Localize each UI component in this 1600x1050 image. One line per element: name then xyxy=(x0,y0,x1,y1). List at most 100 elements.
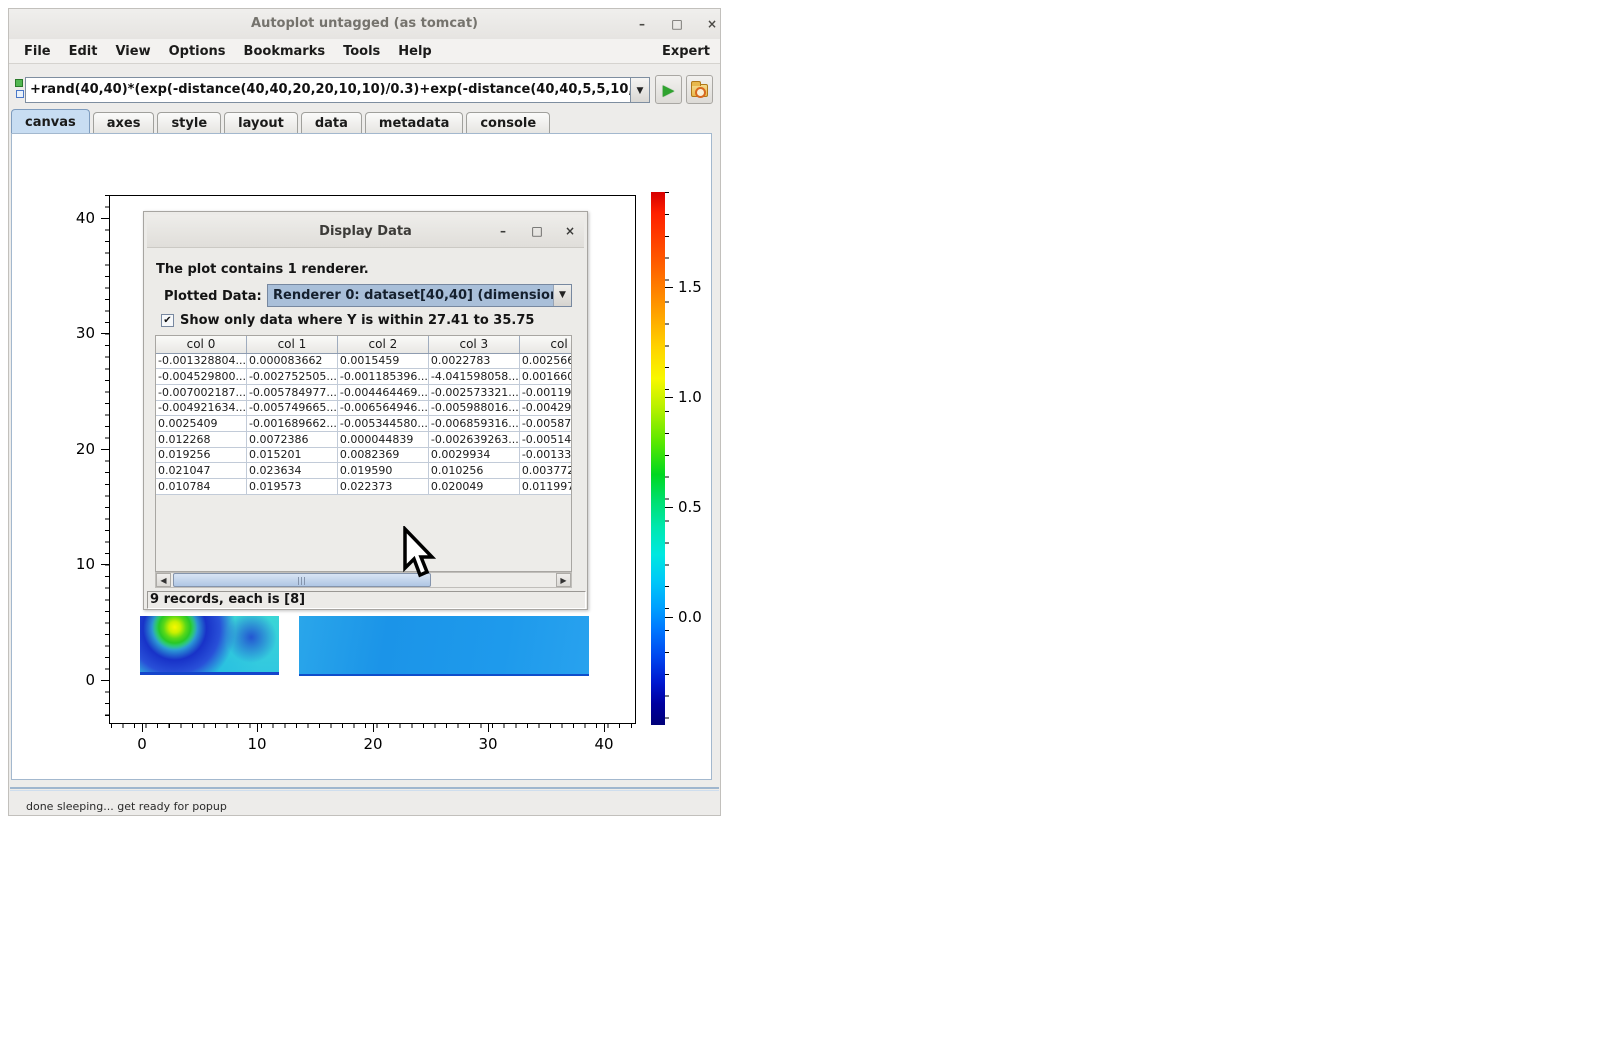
table-cell[interactable]: -0.001199077... xyxy=(519,384,572,400)
table-cell[interactable]: 0.019256 xyxy=(156,447,246,463)
menu-tools[interactable]: Tools xyxy=(334,44,389,59)
menu-bookmarks[interactable]: Bookmarks xyxy=(235,44,335,59)
tab-data[interactable]: data xyxy=(301,112,362,133)
table-cell[interactable]: -0.006859316... xyxy=(428,416,519,432)
menu-view[interactable]: View xyxy=(106,44,159,59)
dialog-minimize-icon[interactable]: – xyxy=(495,223,511,239)
column-header[interactable]: col 3 xyxy=(428,336,519,353)
tab-canvas[interactable]: canvas xyxy=(11,109,90,133)
table-cell[interactable]: 0.0025660 xyxy=(519,353,572,369)
table-cell[interactable]: -0.002639263... xyxy=(428,431,519,447)
table-row[interactable]: -0.001328804...0.0000836620.00154590.002… xyxy=(156,353,572,369)
menu-help[interactable]: Help xyxy=(389,44,440,59)
chevron-down-icon[interactable]: ▼ xyxy=(553,285,571,306)
menu-options[interactable]: Options xyxy=(160,44,235,59)
table-row[interactable]: -0.004529800...-0.002752505...-0.0011853… xyxy=(156,369,572,385)
filter-checkbox[interactable]: ✔ xyxy=(161,314,174,327)
plotted-data-combo[interactable]: Renderer 0: dataset[40,40] (dimension...… xyxy=(267,284,572,307)
close-icon[interactable]: × xyxy=(704,16,720,32)
uri-input[interactable]: +rand(40,40)*(exp(-distance(40,40,20,20,… xyxy=(25,77,631,103)
tab-layout[interactable]: layout xyxy=(224,112,298,133)
scrollbar-thumb[interactable] xyxy=(173,573,431,587)
table-row[interactable]: -0.004921634...-0.005749665...-0.0065649… xyxy=(156,400,572,416)
horizontal-scrollbar[interactable]: ◀ ▶ xyxy=(155,572,572,588)
uri-dropdown-button[interactable]: ▼ xyxy=(631,77,650,103)
dialog-maximize-icon[interactable]: □ xyxy=(529,223,545,239)
tab-metadata[interactable]: metadata xyxy=(365,112,463,133)
table-cell[interactable]: 0.0082369 xyxy=(337,447,428,463)
table-cell[interactable]: -0.001328804... xyxy=(156,353,246,369)
table-cell[interactable]: 0.0037721 xyxy=(519,463,572,479)
menu-edit[interactable]: Edit xyxy=(60,44,107,59)
heatmap-segment-right[interactable] xyxy=(299,616,589,676)
table-cell[interactable]: -0.001333864... xyxy=(519,447,572,463)
maximize-icon[interactable]: □ xyxy=(669,16,685,32)
expert-menu[interactable]: Expert xyxy=(662,44,710,59)
column-header[interactable]: col 2 xyxy=(337,336,428,353)
table-cell[interactable]: -0.002752505... xyxy=(246,369,337,385)
table-cell[interactable]: -0.001185396... xyxy=(337,369,428,385)
table-cell[interactable]: -0.005146240... xyxy=(519,431,572,447)
table-cell[interactable]: -0.005749665... xyxy=(246,400,337,416)
table-cell[interactable]: 0.015201 xyxy=(246,447,337,463)
table-cell[interactable]: 0.0025409 xyxy=(156,416,246,432)
table-cell[interactable]: 0.023634 xyxy=(246,463,337,479)
table-cell[interactable]: 0.0016608 xyxy=(519,369,572,385)
table-cell[interactable]: 0.0072386 xyxy=(246,431,337,447)
table-cell[interactable]: 0.011997 xyxy=(519,479,572,495)
datasource-select-icon[interactable] xyxy=(15,79,25,101)
table-cell[interactable]: -0.004921634... xyxy=(156,400,246,416)
heatmap-segment-left[interactable] xyxy=(140,616,279,675)
table-cell[interactable]: -0.001689662... xyxy=(246,416,337,432)
table-cell[interactable]: 0.022373 xyxy=(337,479,428,495)
table-cell[interactable]: -0.006564946... xyxy=(337,400,428,416)
table-cell[interactable]: 0.019573 xyxy=(246,479,337,495)
table-cell[interactable]: 0.0015459 xyxy=(337,353,428,369)
table-cell[interactable]: 0.0029934 xyxy=(428,447,519,463)
table-row[interactable]: 0.0122680.00723860.000044839-0.002639263… xyxy=(156,431,572,447)
scroll-left-icon[interactable]: ◀ xyxy=(156,573,171,587)
table-row[interactable]: 0.0025409-0.001689662...-0.005344580...-… xyxy=(156,416,572,432)
table-row[interactable]: -0.007002187...-0.005784977...-0.0044644… xyxy=(156,384,572,400)
column-header[interactable]: col 4 xyxy=(519,336,572,353)
title-bar[interactable]: Autoplot untagged (as tomcat) – □ × xyxy=(9,9,720,39)
dialog-title-bar[interactable]: Display Data – □ × xyxy=(147,215,584,248)
tab-console[interactable]: console xyxy=(466,112,550,133)
table-cell[interactable]: 0.012268 xyxy=(156,431,246,447)
table-cell[interactable]: 0.021047 xyxy=(156,463,246,479)
table-row[interactable]: 0.0210470.0236340.0195900.0102560.003772… xyxy=(156,463,572,479)
table-cell[interactable]: -0.005988016... xyxy=(428,400,519,416)
colorbar[interactable] xyxy=(651,192,665,725)
data-table-body: -0.001328804...0.0000836620.00154590.002… xyxy=(156,353,572,494)
table-cell[interactable]: -0.004464469... xyxy=(337,384,428,400)
table-row[interactable]: 0.0107840.0195730.0223730.0200490.011997… xyxy=(156,479,572,495)
data-table[interactable]: col 0col 1col 2col 3col 4 -0.001328804..… xyxy=(155,335,572,572)
table-cell[interactable]: 0.019590 xyxy=(337,463,428,479)
table-row[interactable]: 0.0192560.0152010.00823690.0029934-0.001… xyxy=(156,447,572,463)
table-cell[interactable]: -0.005872606... xyxy=(519,416,572,432)
minimize-icon[interactable]: – xyxy=(634,16,650,32)
tab-axes[interactable]: axes xyxy=(93,112,155,133)
table-cell[interactable]: -0.002573321... xyxy=(428,384,519,400)
menu-file[interactable]: File xyxy=(15,44,60,59)
table-cell[interactable]: 0.0022783 xyxy=(428,353,519,369)
table-cell[interactable]: 0.020049 xyxy=(428,479,519,495)
inspect-uri-button[interactable] xyxy=(686,75,713,104)
tab-style[interactable]: style xyxy=(157,112,221,133)
table-cell[interactable]: -0.007002187... xyxy=(156,384,246,400)
go-button[interactable]: ▶ xyxy=(655,75,682,104)
dialog-close-icon[interactable]: × xyxy=(562,223,578,239)
colorbar-tick-label: 1.5 xyxy=(678,278,702,296)
table-cell[interactable]: -0.004529800... xyxy=(156,369,246,385)
table-cell[interactable]: -0.005344580... xyxy=(337,416,428,432)
table-cell[interactable]: 0.000044839 xyxy=(337,431,428,447)
table-cell[interactable]: -0.004294298... xyxy=(519,400,572,416)
column-header[interactable]: col 1 xyxy=(246,336,337,353)
table-cell[interactable]: -0.005784977... xyxy=(246,384,337,400)
scroll-right-icon[interactable]: ▶ xyxy=(556,573,571,587)
table-cell[interactable]: 0.000083662 xyxy=(246,353,337,369)
table-cell[interactable]: 0.010784 xyxy=(156,479,246,495)
table-cell[interactable]: -4.041598058... xyxy=(428,369,519,385)
column-header[interactable]: col 0 xyxy=(156,336,246,353)
table-cell[interactable]: 0.010256 xyxy=(428,463,519,479)
